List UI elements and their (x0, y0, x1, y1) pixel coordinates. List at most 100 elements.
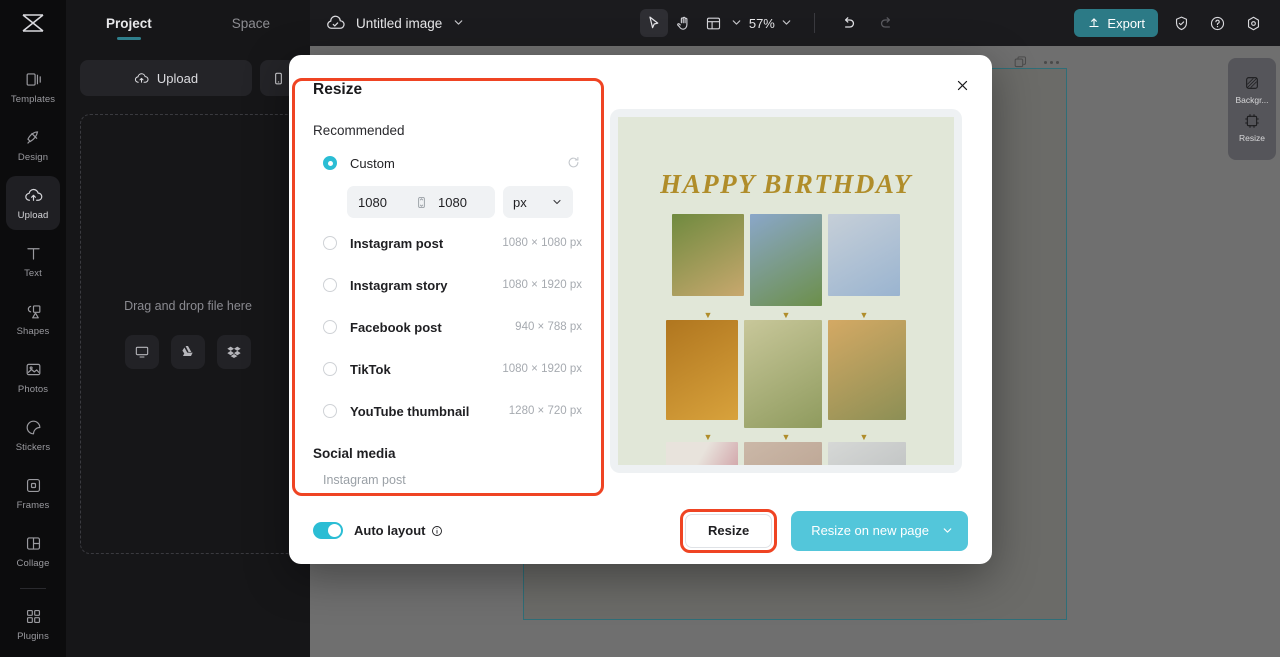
tab-project[interactable]: Project (100, 0, 158, 46)
sidebar-item-plugins[interactable]: Plugins (6, 597, 60, 651)
capcut-logo-icon (22, 14, 44, 32)
source-dropbox-button[interactable] (217, 335, 251, 369)
option-instagram-story-label: Instagram story (350, 277, 448, 293)
source-computer-button[interactable] (125, 335, 159, 369)
sidebar-item-frames[interactable]: Frames (6, 466, 60, 520)
preview-chevron-row-2: ▼ ▼ ▼ (640, 432, 932, 442)
sidebar-label-shapes: Shapes (16, 325, 50, 337)
sidebar-item-design[interactable]: Design (6, 118, 60, 172)
source-google-drive-button[interactable] (171, 335, 205, 369)
zoom-level[interactable]: 57% (746, 16, 778, 31)
preview-photo (750, 214, 822, 306)
right-tools-panel: Backgr... Resize (1228, 58, 1276, 160)
radio-instagram-story[interactable] (323, 278, 337, 292)
dialog-title: Resize (313, 81, 363, 98)
shield-check-button[interactable] (1168, 10, 1194, 36)
width-input[interactable] (347, 186, 415, 218)
option-youtube-thumbnail[interactable]: YouTube thumbnail 1280 × 720 px (313, 394, 582, 428)
resize-button[interactable]: Resize (684, 513, 773, 548)
help-circle-icon (1210, 16, 1224, 30)
resize-on-new-page-label: Resize on new page (811, 523, 929, 538)
sidebar-item-collage[interactable]: Collage (6, 524, 60, 578)
radio-facebook-post[interactable] (323, 320, 337, 334)
sidebar-label-photos: Photos (17, 383, 49, 395)
option-instagram-post-dimensions: 1080 × 1080 px (502, 237, 582, 249)
document-title[interactable]: Untitled image (356, 16, 442, 31)
preview-frame: HAPPY BIRTHDAY ▼ ▼ ▼ ▼ ▼ ▼ (610, 109, 962, 473)
radio-instagram-post[interactable] (323, 236, 337, 250)
right-tool-resize[interactable]: Resize (1239, 113, 1265, 143)
sidebar-item-upload[interactable]: Upload (6, 176, 60, 230)
upload-button-label: Upload (156, 70, 199, 86)
app-logo[interactable] (0, 0, 66, 46)
reset-icon[interactable] (566, 155, 582, 171)
unit-select[interactable]: px (503, 186, 573, 218)
preview-photo (744, 442, 822, 465)
chevron-down-icon[interactable] (452, 16, 466, 30)
project-space-tabs: Project Space (66, 0, 310, 46)
resize-button-highlight: Resize (679, 508, 778, 553)
undo-button[interactable] (835, 9, 863, 37)
settings-gear-icon (1247, 16, 1259, 30)
computer-icon (135, 346, 149, 358)
plugins-icon (26, 609, 40, 623)
radio-youtube-thumbnail[interactable] (323, 404, 337, 418)
option-facebook-post[interactable]: Facebook post 940 × 788 px (313, 310, 582, 344)
upload-cloud-icon (24, 188, 42, 201)
height-input[interactable] (427, 186, 495, 218)
zoom-chevron-down-icon[interactable] (780, 16, 794, 30)
resize-on-new-page-button[interactable]: Resize on new page (791, 510, 968, 551)
radio-custom[interactable] (323, 156, 337, 170)
undo-icon (845, 16, 855, 28)
settings-button[interactable] (1240, 10, 1266, 36)
upload-button[interactable]: Upload (80, 60, 252, 96)
preview-artboard: HAPPY BIRTHDAY ▼ ▼ ▼ ▼ ▼ ▼ (618, 117, 954, 465)
collage-icon (26, 536, 40, 550)
redo-button[interactable] (873, 9, 901, 37)
social-item-instagram-post[interactable]: Instagram post (313, 473, 582, 487)
sidebar-item-templates[interactable]: Templates (6, 60, 60, 114)
sidebar-label-text: Text (24, 267, 42, 279)
section-social-media-heading: Social media (313, 446, 396, 461)
right-tool-background[interactable]: Backgr... (1235, 75, 1269, 105)
layout-tool-button[interactable] (700, 9, 728, 37)
layout-chevron-down-icon[interactable] (730, 16, 744, 30)
design-icon (26, 130, 38, 144)
upload-dropzone[interactable]: Drag and drop file here (80, 114, 296, 554)
select-tool-button[interactable] (639, 9, 668, 37)
option-tiktok[interactable]: TikTok 1080 × 1920 px (313, 352, 582, 386)
upload-panel: Upload Drag and drop file here (66, 46, 310, 657)
more-options-icon[interactable] (1044, 60, 1059, 64)
resize-options-pane: Resize Recommended Custom px (289, 55, 604, 497)
section-recommended-heading: Recommended (313, 123, 405, 138)
help-button[interactable] (1204, 10, 1230, 36)
link-ratio-icon[interactable] (415, 186, 427, 218)
chevron-down-icon[interactable] (941, 524, 954, 537)
radio-tiktok[interactable] (323, 362, 337, 376)
auto-layout-toggle[interactable] (313, 522, 343, 539)
canvas-tools-group: 57% (639, 9, 794, 37)
preview-photo (672, 214, 744, 296)
chevron-down-icon: ▼ (703, 310, 713, 320)
info-icon[interactable] (431, 525, 443, 537)
sidebar-label-templates: Templates (10, 93, 56, 105)
export-button[interactable]: Export (1074, 9, 1158, 37)
option-custom[interactable]: Custom (313, 146, 582, 180)
option-instagram-story[interactable]: Instagram story 1080 × 1920 px (313, 268, 582, 302)
sidebar-item-text[interactable]: Text (6, 234, 60, 288)
redo-icon (881, 16, 891, 28)
hand-icon (677, 16, 688, 30)
export-label: Export (1107, 15, 1145, 31)
tab-space[interactable]: Space (226, 0, 276, 46)
sidebar-item-stickers[interactable]: Stickers (6, 408, 60, 462)
dropzone-sources (125, 335, 251, 369)
top-bar-main: Untitled image 57% Export (310, 0, 1280, 46)
option-facebook-post-label: Facebook post (350, 319, 442, 335)
sidebar-item-shapes[interactable]: Shapes (6, 292, 60, 346)
hand-tool-button[interactable] (670, 9, 698, 37)
stickers-icon (26, 420, 40, 434)
background-icon (1246, 77, 1258, 89)
sidebar-item-photos[interactable]: Photos (6, 350, 60, 404)
option-instagram-post[interactable]: Instagram post 1080 × 1080 px (313, 226, 582, 260)
option-facebook-post-dimensions: 940 × 788 px (515, 321, 582, 333)
